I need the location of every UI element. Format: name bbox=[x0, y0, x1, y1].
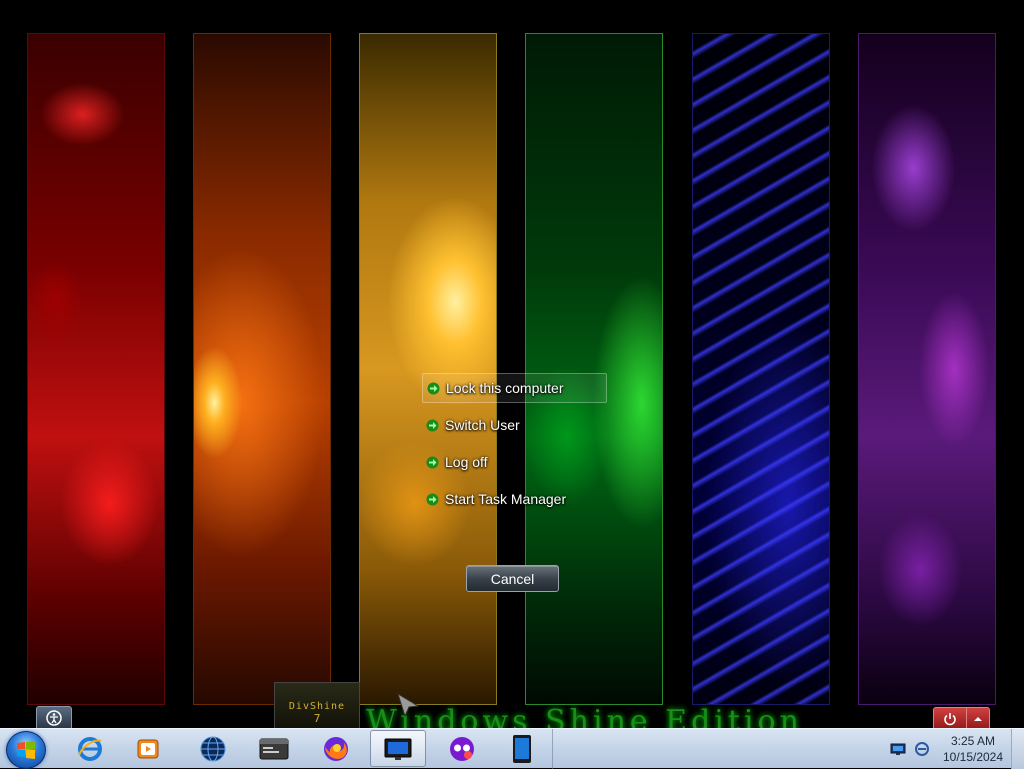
brand-line-1: DivShine bbox=[288, 701, 346, 712]
shutdown-options-button[interactable] bbox=[966, 707, 990, 728]
log-off-option[interactable]: Log off bbox=[422, 447, 622, 477]
menu-item-label: Lock this computer bbox=[446, 380, 564, 396]
system-clock[interactable]: 3:25 AM 10/15/2024 bbox=[938, 733, 1008, 765]
taskbar-globe-app[interactable] bbox=[185, 730, 241, 767]
brand-line-2: 7 bbox=[313, 712, 321, 725]
menu-item-label: Start Task Manager bbox=[445, 491, 567, 507]
start-task-manager-option[interactable]: Start Task Manager bbox=[422, 484, 622, 514]
ease-of-access-icon bbox=[46, 710, 62, 726]
taskbar-app-window[interactable] bbox=[246, 730, 302, 767]
wallpaper-panel-green bbox=[525, 33, 663, 705]
wallpaper-panel-yellow bbox=[359, 33, 497, 705]
taskbar-tablet-app[interactable] bbox=[494, 730, 550, 767]
taskbar-mask-app[interactable] bbox=[434, 730, 490, 767]
security-options-menu: Lock this computer Switch User Log off S… bbox=[422, 373, 622, 521]
monitor-icon bbox=[384, 738, 412, 760]
ease-of-access-button[interactable] bbox=[36, 706, 72, 728]
firefox-icon bbox=[324, 736, 348, 761]
mask-app-icon bbox=[450, 736, 474, 761]
network-icon[interactable] bbox=[890, 741, 906, 757]
taskbar: 3:25 AM 10/15/2024 bbox=[0, 728, 1024, 769]
mouse-pointer-icon bbox=[397, 693, 419, 717]
wallpaper-panel-orange bbox=[193, 33, 331, 705]
taskbar-monitor-app[interactable] bbox=[370, 730, 426, 767]
menu-item-label: Switch User bbox=[445, 417, 520, 433]
secure-desktop-background: Lock this computer Switch User Log off S… bbox=[0, 0, 1024, 728]
taskbar-media-player[interactable] bbox=[120, 730, 176, 767]
speaker-icon[interactable] bbox=[914, 741, 930, 757]
internet-explorer-icon bbox=[78, 736, 102, 761]
wallpaper-panel-red bbox=[27, 33, 165, 705]
globe-icon bbox=[200, 736, 226, 761]
green-arrow-icon bbox=[427, 382, 440, 394]
show-desktop-button[interactable] bbox=[1011, 729, 1024, 769]
green-arrow-icon bbox=[426, 419, 439, 431]
green-arrow-icon bbox=[426, 456, 439, 468]
taskbar-firefox[interactable] bbox=[308, 730, 364, 767]
clock-date: 10/15/2024 bbox=[942, 750, 1004, 764]
tablet-icon bbox=[513, 734, 531, 763]
windows-logo-icon bbox=[17, 741, 35, 759]
edition-title: Windows Shine Edition bbox=[366, 704, 803, 728]
wallpaper-panel-blue bbox=[692, 33, 830, 705]
menu-item-label: Log off bbox=[445, 454, 488, 470]
divshine-logo: DivShine 7 bbox=[274, 682, 360, 728]
media-player-icon bbox=[137, 739, 159, 758]
lock-computer-option[interactable]: Lock this computer bbox=[422, 373, 607, 403]
wallpaper-panel-purple bbox=[858, 33, 996, 705]
start-button[interactable] bbox=[6, 731, 46, 769]
cancel-button[interactable]: Cancel bbox=[466, 565, 559, 592]
taskbar-internet-explorer[interactable] bbox=[62, 730, 118, 767]
power-icon bbox=[944, 713, 956, 726]
green-arrow-icon bbox=[426, 493, 439, 505]
caret-up-icon bbox=[974, 717, 982, 721]
shutdown-button[interactable] bbox=[933, 707, 967, 728]
application-window-icon bbox=[259, 738, 289, 759]
clock-time: 3:25 AM bbox=[950, 734, 996, 748]
switch-user-option[interactable]: Switch User bbox=[422, 410, 622, 440]
taskbar-separator bbox=[552, 729, 553, 769]
